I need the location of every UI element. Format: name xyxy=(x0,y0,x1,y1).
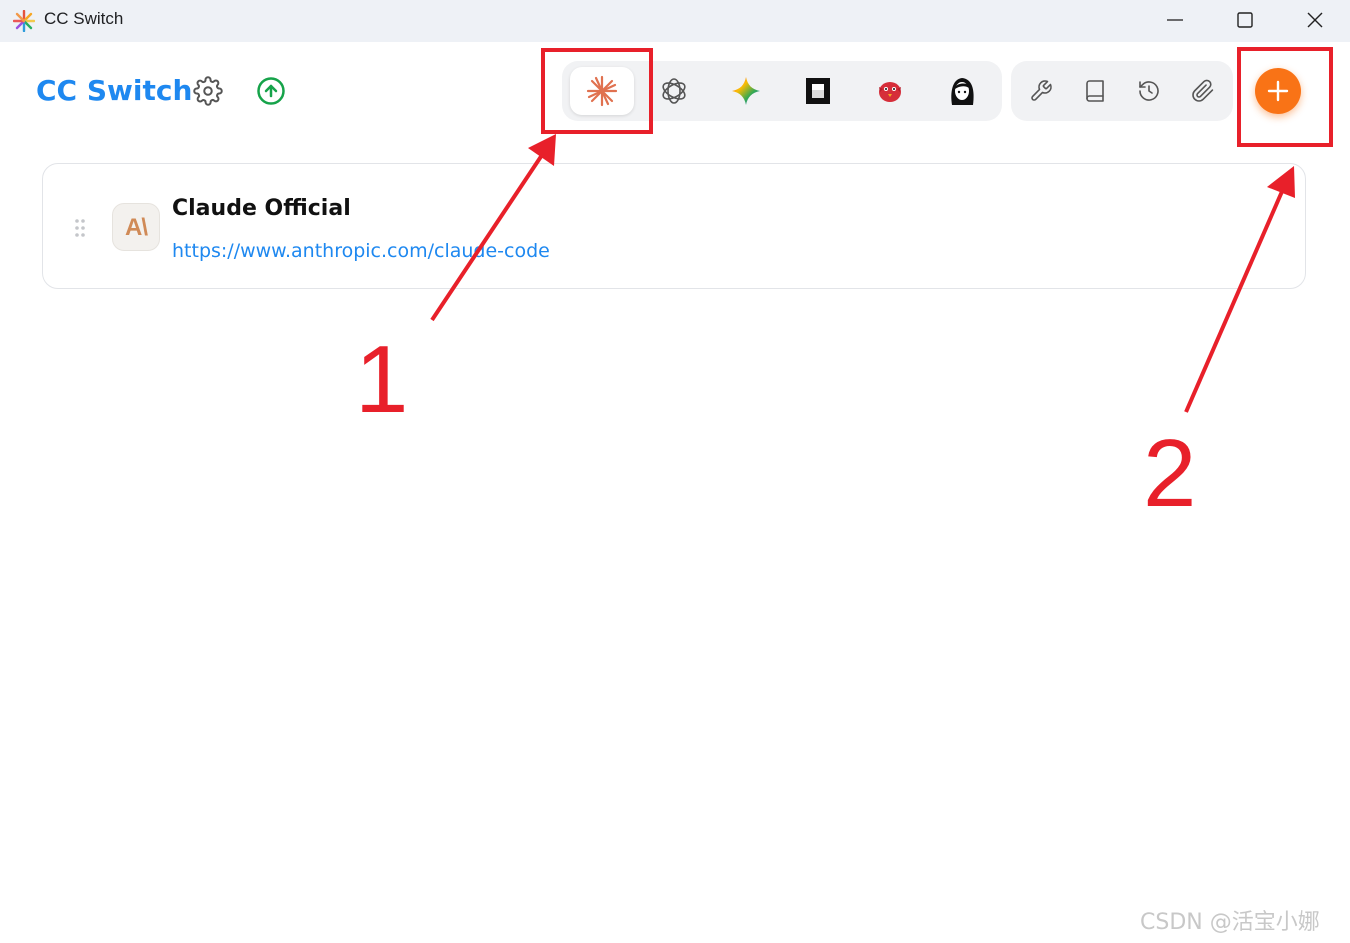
arrow-up-circle-icon xyxy=(257,77,285,105)
provider-card[interactable]: A\ Claude Official https://www.anthropic… xyxy=(42,163,1306,289)
attachment-button[interactable] xyxy=(1183,73,1223,109)
brand-title: CC Switch xyxy=(36,74,193,107)
black-square-icon xyxy=(806,78,830,104)
avatar-girl-icon xyxy=(951,78,974,105)
window-title: CC Switch xyxy=(44,9,124,28)
watermark: CSDN @活宝小娜 xyxy=(1140,910,1320,935)
history-icon xyxy=(1139,81,1159,101)
docs-button[interactable] xyxy=(1075,73,1115,109)
red-bird-icon xyxy=(879,82,901,102)
app-tab-5[interactable] xyxy=(858,67,922,115)
minimize-icon xyxy=(1167,19,1183,21)
plus-icon xyxy=(1267,80,1289,102)
history-button[interactable] xyxy=(1129,73,1169,109)
book-icon xyxy=(1086,80,1104,102)
anthropic-logo-icon: A\ xyxy=(112,203,160,251)
settings-button[interactable] xyxy=(193,76,223,106)
maximize-icon xyxy=(1237,12,1253,28)
annotation-label-1: 1 xyxy=(355,326,409,433)
arrow-1-head xyxy=(528,134,556,166)
app-tab-4[interactable] xyxy=(786,67,850,115)
close-icon xyxy=(1307,12,1323,28)
app-window: CC Switch CC Switch A\ Claude Official h… xyxy=(0,0,1350,943)
annotation-label-2: 2 xyxy=(1143,420,1197,527)
maximize-button[interactable] xyxy=(1210,0,1280,42)
wrench-icon xyxy=(1031,80,1052,101)
paperclip-icon xyxy=(1192,79,1214,102)
minimize-button[interactable] xyxy=(1140,0,1210,42)
provider-logo-text: A\ xyxy=(125,214,148,241)
app-tab-claude[interactable] xyxy=(570,67,634,115)
tool-bar xyxy=(1011,61,1233,121)
app-tab-codex[interactable] xyxy=(642,67,706,115)
app-logo-icon xyxy=(13,10,35,32)
tools-button[interactable] xyxy=(1021,73,1061,109)
gemini-sparkle-icon xyxy=(732,77,760,105)
app-switcher xyxy=(562,61,1002,121)
app-tab-6[interactable] xyxy=(930,67,994,115)
app-tab-gemini[interactable] xyxy=(714,67,778,115)
claude-starburst-icon xyxy=(586,75,618,107)
provider-name: Claude Official xyxy=(172,196,351,221)
title-bar: CC Switch xyxy=(0,0,1350,42)
gear-icon xyxy=(193,76,223,106)
provider-url-link[interactable]: https://www.anthropic.com/claude-code xyxy=(172,240,550,262)
update-button[interactable] xyxy=(256,76,286,106)
drag-handle-icon[interactable] xyxy=(73,218,87,238)
add-provider-button[interactable] xyxy=(1255,68,1301,114)
close-button[interactable] xyxy=(1280,0,1350,42)
openai-icon xyxy=(662,78,686,104)
